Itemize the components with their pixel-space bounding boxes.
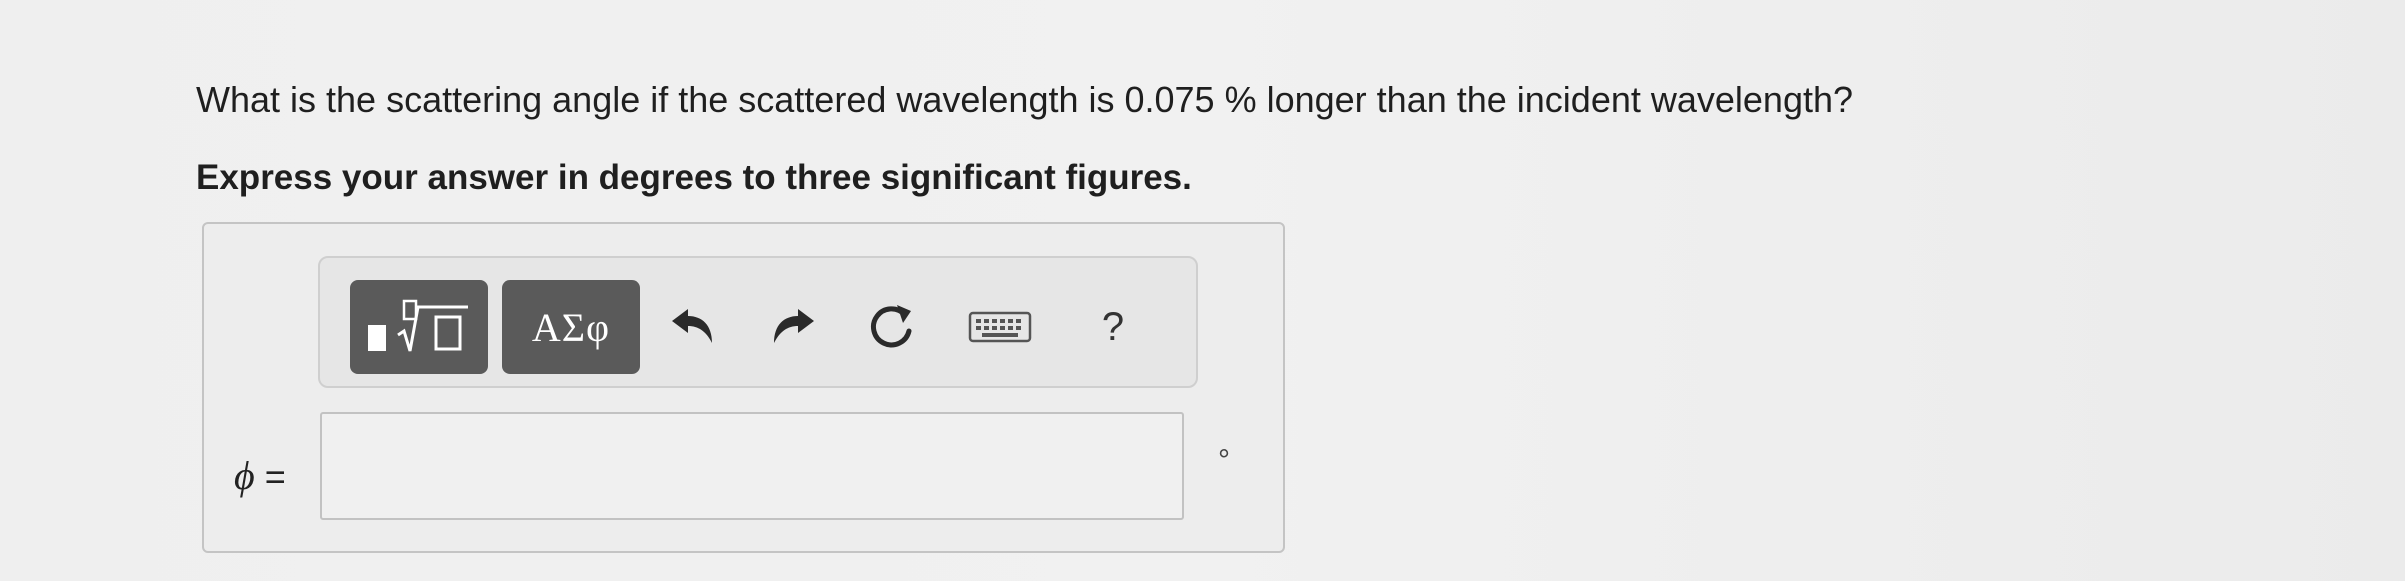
greek-symbols-button[interactable]: ΑΣφ — [502, 280, 640, 374]
answer-variable-label: ϕ = — [234, 452, 286, 499]
question-text: What is the scattering angle if the scat… — [196, 79, 1854, 120]
templates-radical-icon — [368, 299, 468, 352]
help-button[interactable]: ? — [1078, 280, 1148, 374]
page-background: What is the scattering angle if the scat… — [0, 0, 2405, 581]
undo-icon — [672, 309, 712, 343]
reset-icon — [871, 305, 912, 348]
degree-unit: ° — [1218, 444, 1230, 477]
equals-sign: = — [264, 456, 286, 497]
keyboard-button[interactable] — [960, 280, 1040, 374]
phi-symbol: ϕ — [234, 453, 255, 498]
answer-input[interactable] — [320, 412, 1184, 520]
undo-button[interactable] — [658, 280, 728, 374]
reset-button[interactable] — [856, 280, 926, 374]
keyboard-icon — [968, 311, 1032, 343]
redo-icon — [774, 309, 814, 343]
answer-panel: ΑΣφ ? ϕ = ° — [202, 222, 1285, 553]
math-toolbar: ΑΣφ ? — [318, 256, 1198, 388]
instruction-text: Express your answer in degrees to three … — [196, 158, 1192, 197]
templates-button[interactable] — [350, 280, 488, 374]
redo-button[interactable] — [758, 280, 828, 374]
